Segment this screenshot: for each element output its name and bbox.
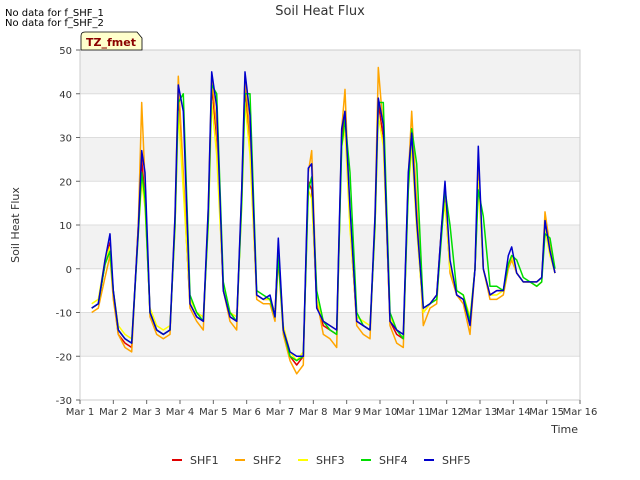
x-tick-label: Mar 13: [463, 407, 498, 418]
x-tick-label: Mar 4: [166, 407, 194, 418]
legend-label: SHF2: [253, 454, 282, 467]
x-tick-label: Mar 9: [332, 407, 360, 418]
legend-label: SHF1: [190, 454, 219, 467]
y-tick-label: -30: [56, 396, 72, 407]
x-axis-label: Time: [550, 423, 578, 436]
x-tick-label: Mar 7: [266, 407, 294, 418]
x-tick-label: Mar 15: [529, 407, 564, 418]
y-axis-label: Soil Heat Flux: [9, 187, 22, 263]
x-tick-label: Mar 14: [496, 407, 531, 418]
y-tick-label: 0: [66, 265, 72, 276]
x-tick-label: Mar 11: [396, 407, 431, 418]
legend-label: SHF5: [442, 454, 471, 467]
chart: Mar 1 Mar 2 Mar 3 Mar 4 Mar 5 Mar 6 Mar 7 Mar 8…: [9, 4, 598, 467]
legend-label: SHF4: [379, 454, 408, 467]
tz-badge-label: TZ_fmet: [86, 36, 136, 49]
y-tick-label: 40: [59, 90, 72, 101]
y-tick-label: 50: [59, 46, 72, 57]
y-tick-label: 20: [59, 177, 72, 188]
legend-label: SHF3: [316, 454, 345, 467]
y-tick-label: 30: [59, 134, 72, 145]
x-tick-label: Mar 5: [199, 407, 227, 418]
x-tick-label: Mar 1: [66, 407, 94, 418]
y-tick-label: -10: [56, 309, 72, 320]
x-tick-label: Mar 10: [363, 407, 398, 418]
x-tick-label: Mar 16: [563, 407, 598, 418]
y-tick-label: 10: [59, 221, 72, 232]
tz-badge: TZ_fmet: [80, 31, 143, 51]
grid-band: [80, 225, 580, 269]
grid-band: [80, 137, 580, 182]
x-tick-label: Mar 12: [429, 407, 464, 418]
chart-title: Soil Heat Flux: [275, 4, 365, 19]
x-tick-label: Mar 2: [99, 407, 127, 418]
y-tick-label: -20: [56, 352, 72, 363]
x-tick-label: Mar 3: [132, 407, 160, 418]
grid-band: [80, 50, 580, 94]
x-tick-label: Mar 8: [299, 407, 327, 418]
x-tick-label: Mar 6: [232, 407, 260, 418]
